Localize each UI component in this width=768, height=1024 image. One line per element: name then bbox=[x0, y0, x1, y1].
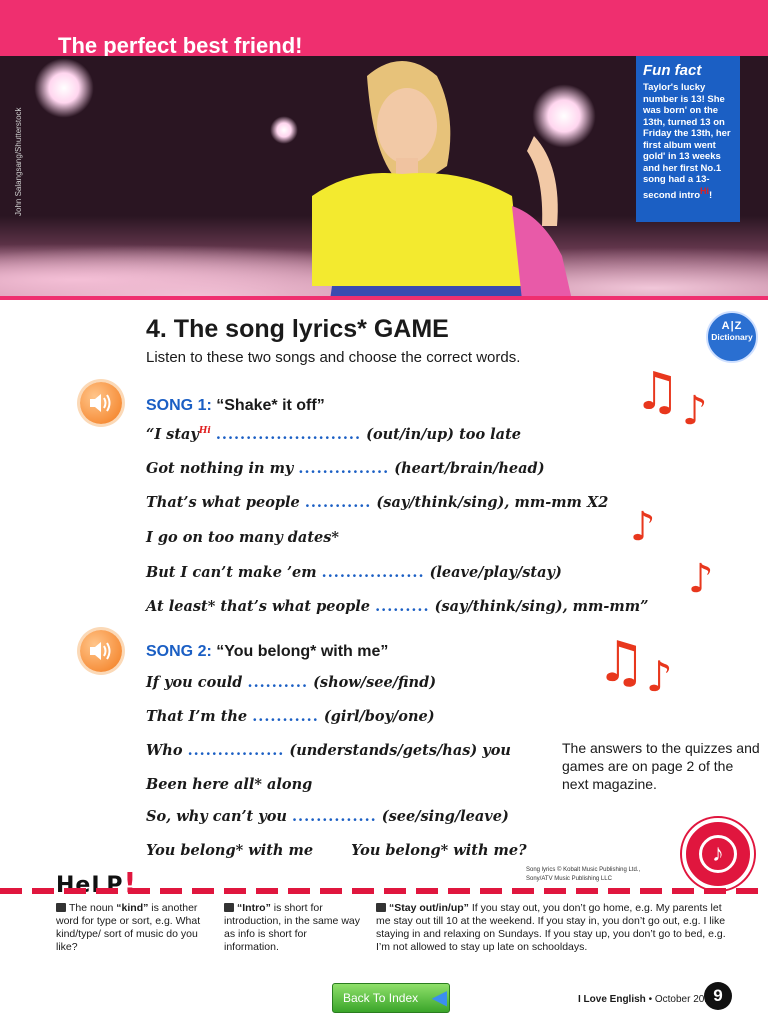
stage-light bbox=[34, 58, 94, 118]
song2-title: “You belong* with me” bbox=[216, 643, 389, 660]
fun-fact-text: Taylor's lucky number is 13! She was bor… bbox=[643, 82, 731, 201]
lyric-line: Who ................ (understands/gets/h… bbox=[146, 742, 511, 759]
lyric-line: You belong* with me You belong* with me? bbox=[146, 842, 527, 859]
book-icon bbox=[56, 903, 66, 912]
song1-heading: SONG 1: “Shake* it off” bbox=[146, 397, 325, 415]
help-label: HeLP! bbox=[56, 866, 137, 899]
answer-blank[interactable]: ............... bbox=[298, 460, 389, 477]
music-note-icon: ♪ bbox=[646, 652, 673, 701]
lyric-text: So, why can’t you bbox=[146, 808, 287, 825]
lyric-text: That’s what people bbox=[146, 494, 300, 511]
answer-blank[interactable]: ........................ bbox=[216, 426, 361, 443]
fun-fact-title: Fun fact bbox=[643, 62, 702, 79]
help-term: “kind” bbox=[116, 902, 149, 914]
music-badge: ♪ bbox=[682, 818, 754, 890]
photo-credit: John Salangsang/Shutterstock bbox=[14, 107, 23, 216]
lyric-options: (show/see/find) bbox=[313, 674, 437, 691]
lyric-text: If you could bbox=[146, 674, 243, 691]
lyric-text: Got nothing in my bbox=[146, 460, 294, 477]
lyric-options: (girl/boy/one) bbox=[323, 708, 435, 725]
help-kind: The noun “kind” is another word for type… bbox=[56, 902, 206, 954]
help-term: “Intro” bbox=[237, 902, 271, 914]
lyric-options: (understands/gets/has) you bbox=[289, 742, 511, 759]
help-bang: ! bbox=[123, 866, 138, 899]
lyric-line: I go on too many dates* bbox=[146, 529, 339, 546]
help-intro: “Intro” is short for introduction, in th… bbox=[224, 902, 362, 954]
lyric-options: (leave/play/stay) bbox=[429, 564, 562, 581]
lyric-line: At least* that’s what people ......... (… bbox=[146, 598, 648, 615]
back-to-index-button[interactable]: Back To Index ◀ bbox=[332, 983, 450, 1013]
song1-play-button[interactable] bbox=[80, 382, 122, 424]
help-stay: “Stay out/in/up” If you stay out, you do… bbox=[376, 902, 728, 954]
copyright-line: Song lyrics © Kobalt Music Publishing Lt… bbox=[526, 867, 641, 873]
help-divider bbox=[0, 888, 768, 894]
song1-number: SONG 1: bbox=[146, 397, 212, 414]
magazine-brand: I Love English bbox=[578, 994, 646, 1005]
dictionary-az: A|Z bbox=[721, 320, 743, 332]
help-text: The noun bbox=[69, 902, 117, 914]
lyric-line: Got nothing in my ............... (heart… bbox=[146, 460, 545, 477]
lyric-text: Been here all* along bbox=[146, 776, 313, 793]
lyric-line: If you could .......... (show/see/find) bbox=[146, 674, 436, 691]
hi-mark: Hi bbox=[198, 426, 211, 437]
answer-blank[interactable]: ................. bbox=[322, 564, 425, 581]
lyric-text: That I’m the bbox=[146, 708, 248, 725]
music-note-icon: ♪ bbox=[688, 556, 714, 602]
answer-blank[interactable]: .............. bbox=[292, 808, 377, 825]
lyric-text: You belong* with me bbox=[146, 842, 314, 859]
footer: I Love English • October 2019 bbox=[578, 994, 715, 1005]
speaker-icon bbox=[90, 642, 111, 660]
lyric-options: (say/think/sing), mm-mm” bbox=[434, 598, 649, 615]
copyright-line: Sony/ATV Music Publishing LLC bbox=[526, 876, 612, 882]
lyric-line: So, why can’t you .............. (see/si… bbox=[146, 808, 509, 825]
answer-blank[interactable]: ........... bbox=[252, 708, 319, 725]
dictionary-badge[interactable]: A|Z Dictionary bbox=[706, 311, 758, 363]
lyric-options: (say/think/sing), mm-mm X2 bbox=[376, 494, 609, 511]
answer-blank[interactable]: ................ bbox=[188, 742, 285, 759]
lyric-text: I go on too many dates* bbox=[146, 529, 339, 546]
lyric-text: “I stay bbox=[146, 426, 199, 443]
back-to-index-label: Back To Index bbox=[343, 991, 419, 1005]
dictionary-label: Dictionary bbox=[711, 332, 753, 342]
lyric-text: At least* that’s what people bbox=[146, 598, 371, 615]
lyric-options: (heart/brain/head) bbox=[394, 460, 545, 477]
music-note-icon: ♫ bbox=[634, 362, 681, 422]
hi-mark: Hi bbox=[700, 185, 710, 196]
answer-blank[interactable]: .......... bbox=[248, 674, 308, 691]
lyric-line: That’s what people ........... (say/thin… bbox=[146, 494, 608, 511]
copyright-text: Song lyrics © Kobalt Music Publishing Lt… bbox=[526, 866, 640, 884]
lyric-line: “I stayHi ........................ (out/… bbox=[146, 426, 521, 443]
answer-blank[interactable]: ......... bbox=[375, 598, 429, 615]
arrow-left-icon: ◀ bbox=[431, 987, 447, 1009]
song2-number: SONG 2: bbox=[146, 643, 212, 660]
book-icon bbox=[224, 903, 234, 912]
instruction-text: Listen to these two songs and choose the… bbox=[146, 349, 521, 366]
lyric-options: (see/sing/leave) bbox=[381, 808, 509, 825]
lyric-line: That I’m the ........... (girl/boy/one) bbox=[146, 708, 435, 725]
fun-fact-box: Fun fact Taylor's lucky number is 13! Sh… bbox=[636, 56, 740, 222]
book-icon bbox=[376, 903, 386, 912]
music-note-icon: ♫ bbox=[596, 630, 647, 695]
lyric-line: Been here all* along bbox=[146, 776, 312, 793]
lyric-text: Who bbox=[146, 742, 183, 759]
section-title: 4. The song lyrics* GAME bbox=[146, 315, 449, 343]
song2-play-button[interactable] bbox=[80, 630, 122, 672]
help-term: “Stay out/in/up” bbox=[389, 902, 469, 914]
lyric-options: (out/in/up) too late bbox=[366, 426, 521, 443]
music-note-icon: ♪ bbox=[630, 504, 656, 550]
music-note-icon: ♪ bbox=[699, 835, 737, 873]
page-number: 9 bbox=[704, 982, 732, 1010]
singer-figure bbox=[312, 61, 572, 296]
song1-title: “Shake* it off” bbox=[216, 397, 325, 414]
lyric-line: But I can’t make ’em ................. (… bbox=[146, 564, 562, 581]
lyric-text: You belong* with me? bbox=[351, 842, 527, 859]
speaker-icon bbox=[90, 394, 111, 412]
music-note-icon: ♪ bbox=[682, 388, 708, 434]
answer-blank[interactable]: ........... bbox=[305, 494, 372, 511]
help-label-text: HeLP bbox=[56, 873, 124, 898]
answers-note: The answers to the quizzes and games are… bbox=[562, 740, 760, 792]
fun-fact-body: Taylor's lucky number is 13! She was bor… bbox=[643, 82, 731, 201]
song2-heading: SONG 2: “You belong* with me” bbox=[146, 643, 388, 661]
lyric-text: But I can’t make ’em bbox=[146, 564, 317, 581]
